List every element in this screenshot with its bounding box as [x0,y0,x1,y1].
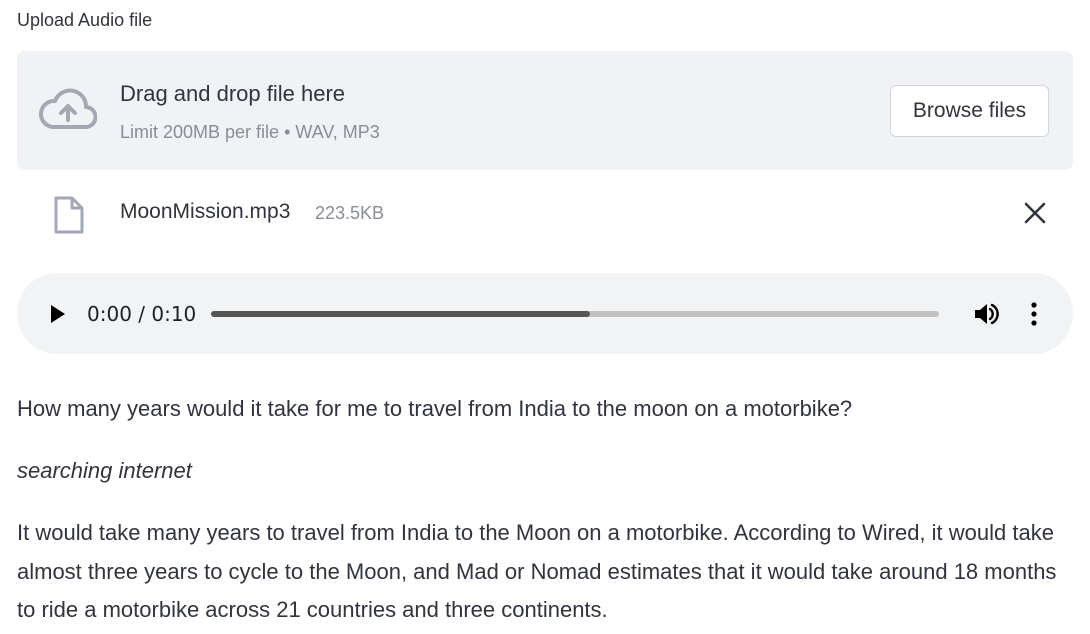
uploaded-file-row: MoonMission.mp3 223.5KB [17,190,1073,240]
browse-files-button[interactable]: Browse files [890,85,1049,137]
dropzone-title: Drag and drop file here [120,81,346,106]
volume-icon[interactable] [972,300,1000,328]
upload-label: Upload Audio file [17,10,153,30]
file-size: 223.5KB [315,203,385,223]
file-name: MoonMission.mp3 [120,200,291,223]
play-icon[interactable] [47,301,69,327]
search-status: searching internet [17,458,192,483]
user-question: How many years would it take for me to t… [17,396,853,421]
cloud-upload-icon [39,88,97,129]
seek-bar[interactable] [211,311,939,317]
close-icon[interactable] [1022,200,1048,226]
file-icon [54,196,84,234]
more-vertical-icon[interactable] [1025,300,1043,328]
file-dropzone[interactable]: Drag and drop file here Limit 200MB per … [17,51,1073,170]
seek-progress [211,311,590,317]
playback-time: 0:00 / 0:10 [87,302,197,326]
dropzone-limits: Limit 200MB per file • WAV, MP3 [120,122,380,142]
assistant-answer: It would take many years to travel from … [17,520,1057,622]
audio-player: 0:00 / 0:10 [17,273,1073,354]
